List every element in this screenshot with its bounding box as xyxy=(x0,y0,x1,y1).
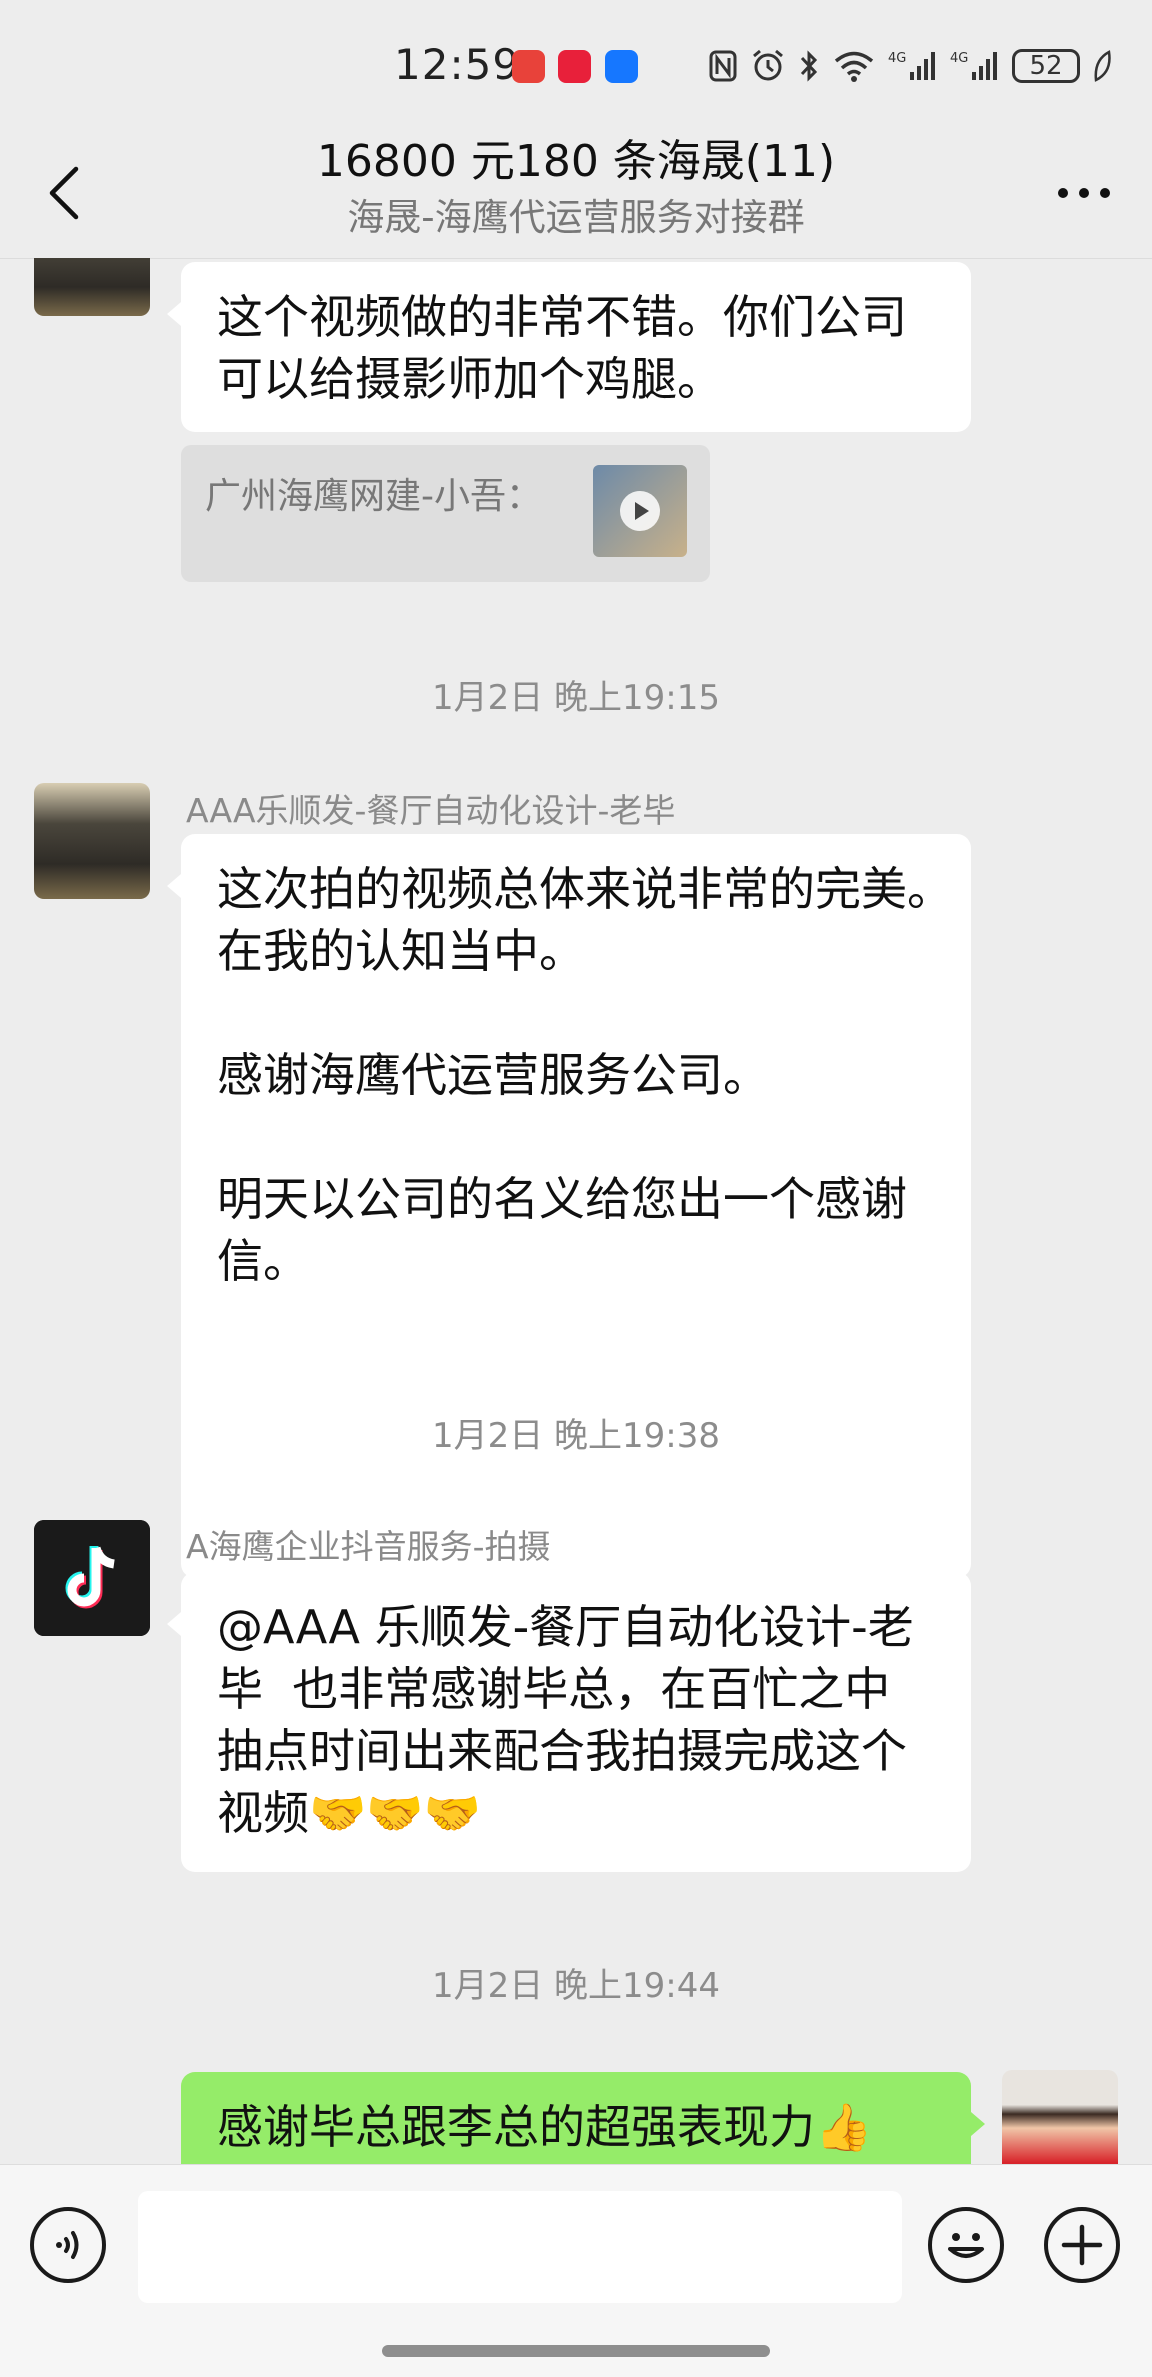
message-text: 可以给摄影师加个鸡腿。 xyxy=(217,352,723,406)
message-text: @AAA 乐顺发-餐厅自动化设计-老 xyxy=(217,1600,914,1654)
video-thumbnail[interactable] xyxy=(593,465,687,557)
message-text: 这次拍的视频总体来说非常的完美。 xyxy=(217,862,953,916)
avatar[interactable] xyxy=(34,258,150,316)
message-input[interactable] xyxy=(138,2191,902,2303)
sender-name: A海鹰企业抖音服务-拍摄 xyxy=(186,1527,551,1566)
add-more-button[interactable] xyxy=(1044,2207,1120,2283)
svg-text:4G: 4G xyxy=(888,51,906,66)
message-bubble[interactable]: @AAA 乐顺发-餐厅自动化设计-老 毕 也非常感谢毕总，在百忙之中 抽点时间出… xyxy=(167,1572,971,1872)
home-indicator[interactable] xyxy=(382,2345,770,2357)
avatar[interactable] xyxy=(34,1520,150,1636)
more-options-button[interactable] xyxy=(1052,158,1116,228)
timestamp: 1月2日 晚上19:15 xyxy=(431,678,721,718)
chat-header: 16800 元180 条海晟(11) 海晟-海鹰代运营服务对接群 xyxy=(0,132,1152,259)
quoted-message[interactable]: 广州海鹰网建-小吾： xyxy=(181,445,710,582)
battery-indicator: 52 xyxy=(1012,49,1080,83)
plus-icon xyxy=(1061,2224,1103,2266)
chat-messages[interactable]: 这个视频做的非常不错。你们公司 可以给摄影师加个鸡腿。 广州海鹰网建-小吾： 1… xyxy=(0,258,1152,2164)
message-spacer xyxy=(217,982,935,1044)
chat-subtitle: 海晟-海鹰代运营服务对接群 xyxy=(347,196,805,239)
sender-name: AAA乐顺发-餐厅自动化设计-老毕 xyxy=(186,791,676,830)
message-text: 毕 也非常感谢毕总，在百忙之中 xyxy=(217,1662,891,1716)
my-avatar[interactable] xyxy=(1002,2070,1118,2164)
message-bubble[interactable]: 这个视频做的非常不错。你们公司 可以给摄影师加个鸡腿。 xyxy=(167,262,971,432)
message-text: 明天以公司的名义给您出一个感谢 xyxy=(217,1172,907,1226)
message-text: 抽点时间出来配合我拍摄完成这个 xyxy=(217,1724,907,1778)
nfc-icon xyxy=(709,50,737,82)
voice-wave-icon xyxy=(56,2231,79,2259)
svg-text:4G: 4G xyxy=(950,51,968,66)
emoji-button[interactable] xyxy=(928,2207,1004,2283)
status-icons: 4G 4G 52 xyxy=(708,44,1112,88)
message-text: 视频🤝🤝🤝 xyxy=(217,1786,481,1840)
timestamp: 1月2日 晚上19:44 xyxy=(431,1966,721,2006)
message-bubble[interactable]: 这次拍的视频总体来说非常的完美。 在我的认知当中。 感谢海鹰代运营服务公司。 明… xyxy=(167,834,971,1578)
signal-4g-icon-2: 4G xyxy=(950,51,997,80)
timestamp: 1月2日 晚上19:38 xyxy=(431,1416,721,1456)
douyin-logo-icon xyxy=(34,1520,150,1636)
signal-4g-icon-1: 4G xyxy=(888,51,935,80)
status-time: 12:59 xyxy=(394,40,521,89)
xiaohongshu-app-icon xyxy=(558,50,591,83)
my-message-bubble[interactable]: 感谢毕总跟李总的超强表现力👍 xyxy=(181,2072,985,2164)
huawei-app-icon xyxy=(512,50,545,83)
leaf-icon xyxy=(1094,50,1111,82)
bluetooth-icon xyxy=(800,50,818,82)
message-text: 这个视频做的非常不错。你们公司 xyxy=(217,290,907,344)
alarm-icon xyxy=(753,49,783,81)
message-text: 感谢海鹰代运营服务公司。 xyxy=(217,1048,769,1102)
input-bar xyxy=(0,2164,1152,2377)
wifi-icon xyxy=(834,51,874,82)
message-spacer xyxy=(217,1106,935,1168)
message-text: 信。 xyxy=(217,1234,309,1288)
status-bar: 12:59 4G 4G 52 xyxy=(0,0,1152,132)
alipay-app-icon xyxy=(605,50,638,83)
voice-button[interactable] xyxy=(30,2207,106,2283)
message-text: 在我的认知当中。 xyxy=(217,924,585,978)
message-text: 感谢毕总跟李总的超强表现力👍 xyxy=(217,2100,873,2154)
avatar[interactable] xyxy=(34,783,150,899)
play-icon xyxy=(620,491,660,531)
smiley-icon xyxy=(948,2233,984,2258)
more-dots-icon xyxy=(1058,188,1110,198)
quote-text: 广州海鹰网建-小吾： xyxy=(205,476,542,517)
chat-title: 16800 元180 条海晟(11) xyxy=(316,136,836,187)
